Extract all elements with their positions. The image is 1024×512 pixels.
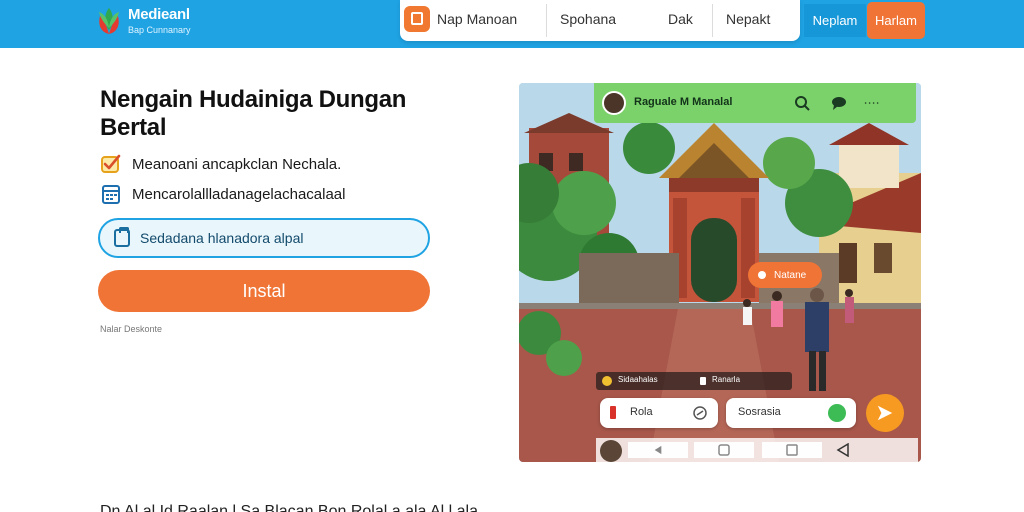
- app-preview-image: [519, 83, 921, 462]
- send-arrow-icon: [877, 405, 893, 421]
- chat-header-bar: Raguale M Manalal: [594, 83, 916, 123]
- nav-link-1[interactable]: Nap Manoan: [437, 11, 517, 27]
- share-icon[interactable]: [692, 405, 708, 421]
- app-menu-button[interactable]: [404, 6, 430, 32]
- message-input[interactable]: Sosrasia: [726, 398, 856, 428]
- recents-button[interactable]: [762, 442, 822, 458]
- back-triangle-icon: [654, 445, 662, 455]
- feature-item: Mencarolallladanagelachacalaal: [100, 182, 345, 206]
- install-button[interactable]: Instal: [98, 270, 430, 312]
- message-input-placeholder: Sosrasia: [738, 406, 781, 418]
- reply-chip-label: Rola: [630, 406, 653, 418]
- send-button[interactable]: [866, 394, 904, 432]
- chat-title: Raguale M Manalal: [634, 96, 733, 108]
- home-button[interactable]: [694, 442, 754, 458]
- chat-avatar[interactable]: [602, 91, 626, 115]
- brand-title: Medieanl: [128, 6, 190, 23]
- top-nav-bar: Nap Manoan Spohana Dak Nepakt: [400, 0, 800, 41]
- search-icon[interactable]: [794, 95, 810, 111]
- header-primary-button[interactable]: Neplam: [804, 4, 866, 37]
- nav-link-3[interactable]: Dak: [668, 11, 693, 27]
- reply-chip[interactable]: Rola: [600, 398, 718, 428]
- sun-icon: [602, 376, 612, 386]
- chat-bubble-icon[interactable]: [831, 95, 847, 111]
- nav-link-4[interactable]: Nepakt: [726, 11, 770, 27]
- clipboard-icon: [114, 227, 130, 247]
- header-cta-button[interactable]: Harlam: [867, 2, 925, 39]
- nav-divider: [712, 4, 713, 37]
- bookmark-icon: [700, 377, 706, 385]
- secondary-action-button[interactable]: Sedadana hlanadora alpal: [98, 218, 430, 258]
- feature-text: Meanoani ancapkclan Nechala.: [132, 155, 342, 173]
- location-badge[interactable]: Natane: [748, 262, 822, 288]
- back-button[interactable]: [628, 442, 688, 458]
- feature-item: Meanoani ancapkclan Nechala.: [100, 152, 341, 176]
- pin-icon: [758, 271, 766, 279]
- app-grid-icon: [411, 12, 423, 25]
- recents-square-icon: [786, 444, 798, 456]
- brand-logo[interactable]: Medieanl Bap Cunnanary: [96, 4, 226, 38]
- flag-icon: [610, 406, 616, 419]
- brand-subtitle: Bap Cunnanary: [128, 25, 191, 35]
- mic-icon[interactable]: [828, 404, 846, 422]
- secondary-action-label: Sedadana hlanadora alpal: [140, 230, 304, 246]
- more-dots-icon[interactable]: [864, 95, 880, 111]
- nav-avatar[interactable]: [600, 440, 622, 462]
- location-badge-label: Natane: [774, 269, 807, 281]
- feature-text: Mencarolallladanagelachacalaal: [132, 185, 346, 203]
- phone-nav-bar: [596, 438, 918, 462]
- home-square-icon: [718, 444, 730, 456]
- leaf-logo-icon: [99, 8, 119, 34]
- checkbox-icon: [101, 154, 121, 173]
- info-strip: Sidaahalas Ranarla: [596, 372, 792, 390]
- top-header: Medieanl Bap Cunnanary Nap Manoan Spohan…: [0, 0, 1024, 48]
- footer-text: Dn Al al Id Raalan l Sa Blacan Bon Rolal…: [100, 503, 479, 512]
- install-note: Nalar Deskonte: [100, 324, 163, 334]
- calendar-icon: [102, 185, 120, 204]
- info-left-text: Sidaahalas: [618, 375, 658, 384]
- nav-divider: [546, 4, 547, 37]
- temple-scene-illustration: [519, 83, 921, 462]
- nav-back-icon[interactable]: [836, 443, 850, 457]
- info-right-text: Ranarla: [712, 375, 741, 384]
- nav-link-2[interactable]: Spohana: [560, 11, 616, 27]
- hero-title: Nengain Hudainiga Dungan Bertal: [100, 86, 407, 141]
